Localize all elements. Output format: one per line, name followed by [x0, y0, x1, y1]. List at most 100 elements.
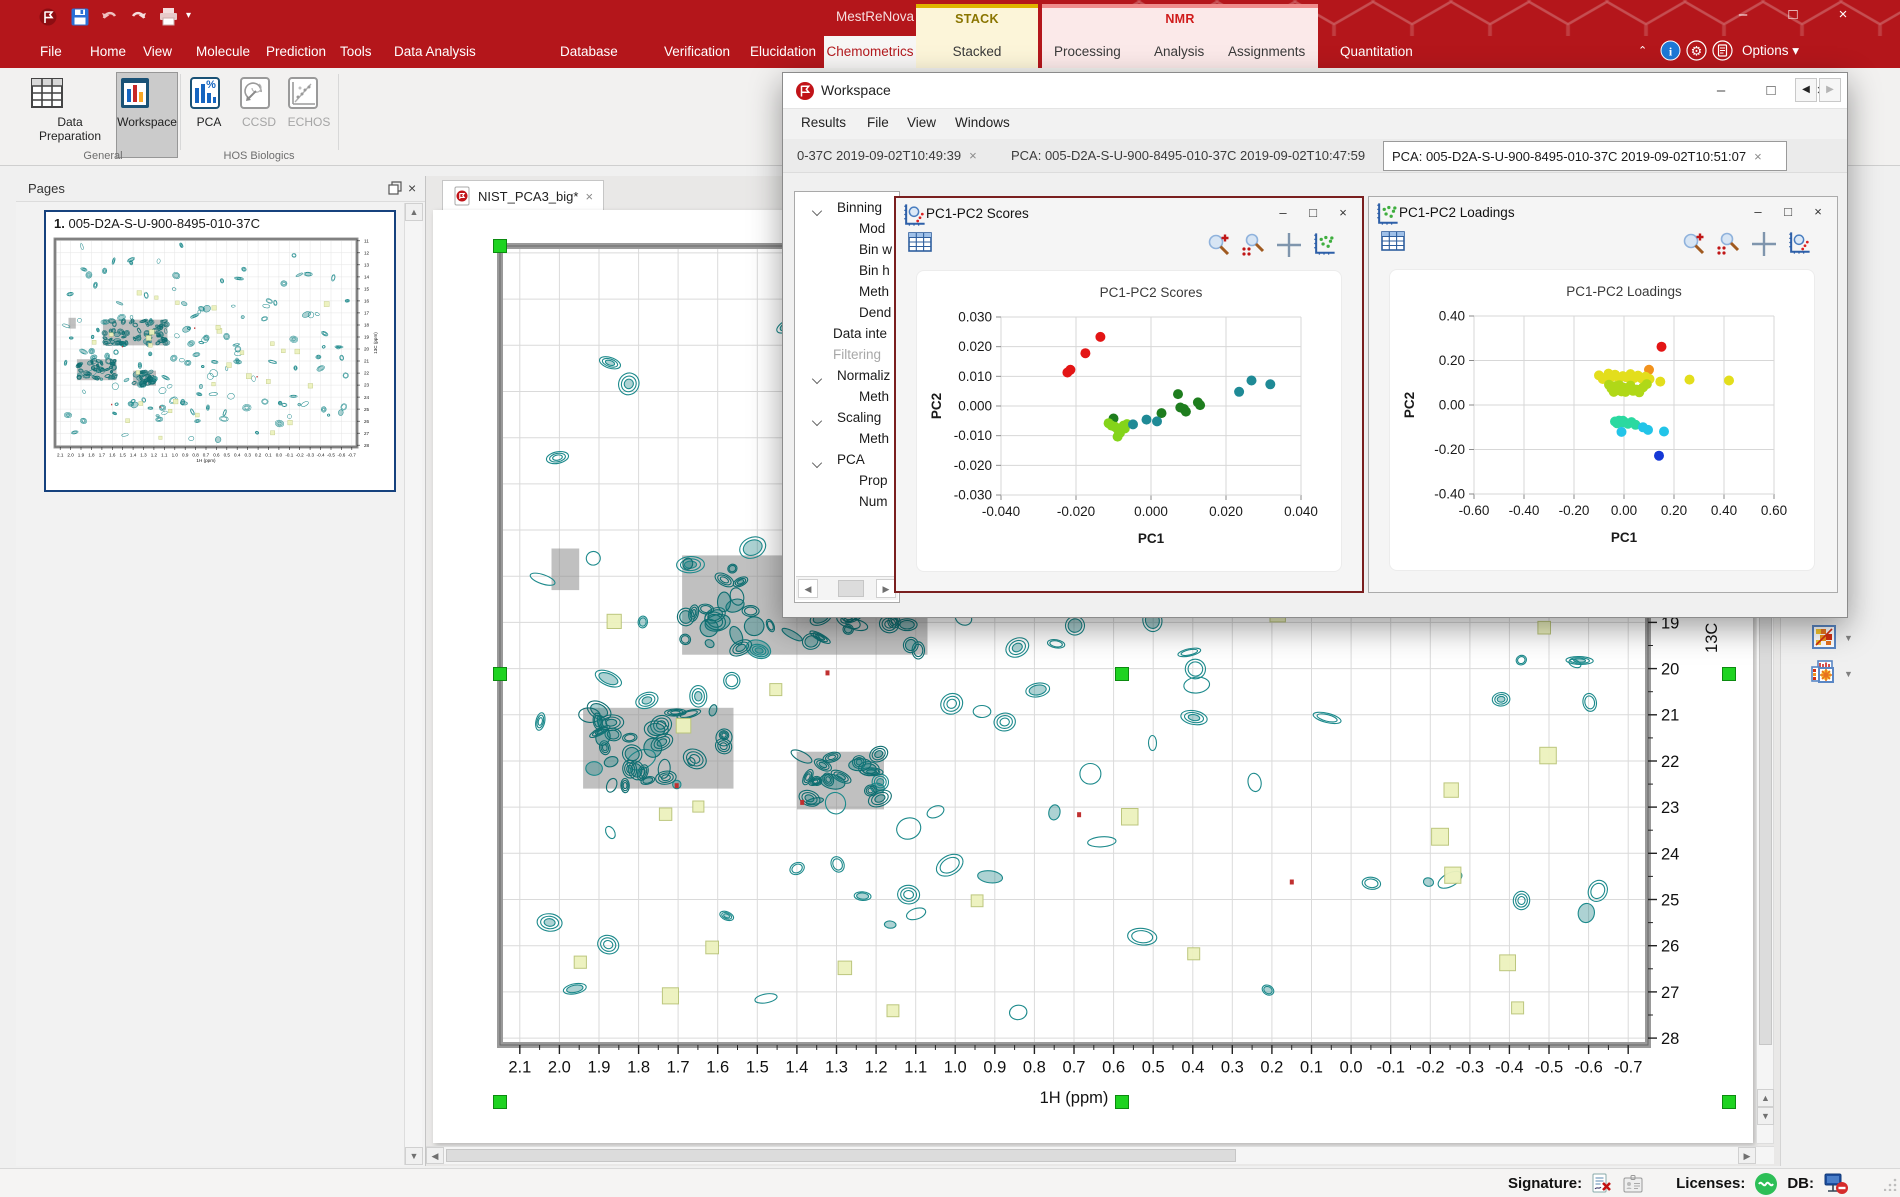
scores-close-button[interactable]: × [1330, 201, 1356, 225]
tree-item-bin-w[interactable]: Bin w [795, 242, 900, 263]
vscroll-up-icon[interactable]: ▲ [1757, 1089, 1774, 1107]
loadings-maximize-button[interactable]: □ [1775, 200, 1801, 224]
tab-chemometrics[interactable]: Chemometrics [824, 36, 916, 68]
tree-scroll-right-icon[interactable]: ▶ [876, 579, 896, 598]
tree-item-pca[interactable]: PCA [795, 452, 900, 473]
scroll-down-icon[interactable]: ▼ [405, 1147, 423, 1165]
document-tab[interactable]: NIST_PCA3_big* × [442, 180, 604, 211]
tab-elucidation[interactable]: Elucidation [750, 36, 816, 68]
tree-item-meth[interactable]: Meth [795, 389, 900, 410]
signature-id-icon[interactable] [1622, 1173, 1644, 1195]
workspace-menu-file[interactable]: File [867, 115, 889, 130]
signature-invalid-icon[interactable] [1591, 1173, 1613, 1195]
dropdown-caret-icon[interactable]: ▼ [1844, 633, 1853, 643]
tab-close-icon[interactable]: × [969, 148, 977, 163]
zoom-in-icon[interactable] [1681, 231, 1709, 259]
license-ok-icon[interactable] [1754, 1172, 1778, 1196]
data-preparation-button[interactable]: DataPreparation [28, 72, 112, 158]
hscroll-right-icon[interactable]: ▶ [1738, 1147, 1756, 1164]
vscroll-down-icon[interactable]: ▼ [1757, 1107, 1774, 1125]
float-panel-icon[interactable] [388, 181, 402, 195]
tab-scroll-left-icon[interactable]: ◀ [1795, 78, 1817, 102]
scores-chart[interactable]: PC1-PC2 Scores-0.040-0.0200.0000.0200.04… [917, 271, 1341, 571]
dropdown-caret-icon[interactable]: ▼ [1844, 669, 1853, 679]
resize-grip[interactable] [1884, 1177, 1898, 1191]
tab-close-icon[interactable]: × [1754, 149, 1762, 164]
workspace-tab-2[interactable]: PCA: 005-D2A-S-U-900-8495-010-37C 2019-0… [1003, 141, 1371, 171]
tab-file[interactable]: File [40, 36, 62, 68]
page-thumbnail[interactable]: 1. 005-D2A-S-U-900-8495-010-37C 2.12.01.… [44, 210, 396, 492]
redo-icon[interactable] [128, 8, 148, 26]
scroll-up-icon[interactable]: ▲ [405, 203, 423, 221]
workspace-menu-windows[interactable]: Windows [955, 115, 1010, 130]
workspace-minimize-button[interactable]: – [1699, 76, 1743, 106]
print-icon[interactable] [158, 7, 179, 27]
tab-data-analysis[interactable]: Data Analysis [394, 36, 476, 68]
undo-icon[interactable] [100, 8, 120, 26]
settings-gear-icon[interactable]: ⚙ [1686, 40, 1707, 61]
spectrum-color-button[interactable]: ▼ [1809, 622, 1839, 652]
tree-item-bin-h[interactable]: Bin h [795, 263, 900, 284]
close-panel-icon[interactable]: × [408, 180, 416, 196]
loadings-window[interactable]: PC1-PC2 Loadings – □ × PC1-PC2 Loadings-… [1368, 196, 1838, 593]
chevron-down-icon[interactable] [812, 458, 822, 468]
document-hscrollbar[interactable]: ◀ ▶ [426, 1146, 1774, 1164]
table-icon[interactable] [908, 232, 936, 260]
scores-window[interactable]: PC1-PC2 Scores – □ × PC1-PC2 Scores-0.04… [894, 196, 1364, 593]
crosshair-icon[interactable] [1751, 231, 1779, 259]
tree-scroll-thumb[interactable] [838, 580, 864, 597]
workspace-maximize-button[interactable]: □ [1749, 76, 1793, 106]
loadings-close-button[interactable]: × [1805, 200, 1831, 224]
hscroll-thumb[interactable] [446, 1149, 1236, 1162]
tab-scroll-right-icon[interactable]: ▶ [1819, 78, 1841, 102]
reset-axes-icon[interactable] [1787, 231, 1815, 259]
app-minimize-button[interactable]: – [1726, 2, 1760, 28]
workspace-window[interactable]: Workspace – □ × ResultsFileViewWindows 0… [782, 72, 1848, 618]
chevron-down-icon[interactable] [812, 206, 822, 216]
tree-item-filtering[interactable]: Filtering [795, 347, 900, 368]
scores-maximize-button[interactable]: □ [1300, 201, 1326, 225]
loadings-minimize-button[interactable]: – [1745, 200, 1771, 224]
zoom-in-icon[interactable] [1206, 232, 1234, 260]
document-tab-close-icon[interactable]: × [585, 189, 593, 204]
tree-item-dend[interactable]: Dend [795, 305, 900, 326]
tree-hscrollbar[interactable]: ◀ ▶ [796, 576, 898, 600]
mnova-flag-icon[interactable] [38, 7, 58, 27]
save-icon[interactable] [70, 7, 90, 27]
tree-item-data-inte[interactable]: Data inte [795, 326, 900, 347]
workspace-tab-1[interactable]: 0-37C 2019-09-02T10:49:39× [789, 141, 995, 171]
hscroll-left-icon[interactable]: ◀ [426, 1147, 444, 1164]
quick-access-caret-icon[interactable]: ▾ [186, 10, 191, 21]
zoom-points-icon[interactable] [1240, 232, 1268, 260]
reference-manual-icon[interactable] [1712, 40, 1733, 61]
workspace-menu-view[interactable]: View [907, 115, 936, 130]
tree-item-scaling[interactable]: Scaling [795, 410, 900, 431]
tab-stacked[interactable]: Stacked [916, 36, 1038, 68]
tree-item-normaliz[interactable]: Normaliz [795, 368, 900, 389]
tab-view[interactable]: View [143, 36, 172, 68]
chevron-down-icon[interactable] [812, 374, 822, 384]
workspace-tab-3[interactable]: PCA: 005-D2A-S-U-900-8495-010-37C 2019-0… [1383, 141, 1787, 171]
app-maximize-button[interactable]: □ [1776, 2, 1810, 28]
tab-verification[interactable]: Verification [664, 36, 730, 68]
tree-item-meth[interactable]: Meth [795, 431, 900, 452]
tab-tools[interactable]: Tools [340, 36, 372, 68]
workspace-menu-results[interactable]: Results [801, 115, 846, 130]
echos-button[interactable]: ECHOS [284, 72, 334, 158]
tab-analysis[interactable]: Analysis [1154, 36, 1204, 68]
ribbon-collapse-icon[interactable]: ⌃ [1638, 44, 1647, 57]
tree-item-mod[interactable]: Mod [795, 221, 900, 242]
tree-item-binning[interactable]: Binning [795, 200, 900, 221]
tree-item-prop[interactable]: Prop [795, 473, 900, 494]
tree-item-meth[interactable]: Meth [795, 284, 900, 305]
crosshair-icon[interactable] [1276, 232, 1304, 260]
loadings-chart[interactable]: PC1-PC2 Loadings-0.60-0.40-0.200.000.200… [1390, 270, 1814, 570]
app-close-button[interactable]: × [1826, 2, 1860, 28]
tab-quantitation[interactable]: Quantitation [1340, 36, 1413, 68]
reset-axes-icon[interactable] [1312, 232, 1340, 260]
tab-molecule[interactable]: Molecule [196, 36, 250, 68]
workspace-button[interactable]: Workspace [116, 72, 178, 158]
pages-scrollbar[interactable]: ▲ ▼ [404, 203, 422, 1165]
tab-prediction[interactable]: Prediction [266, 36, 326, 68]
tab-processing[interactable]: Processing [1054, 36, 1121, 68]
